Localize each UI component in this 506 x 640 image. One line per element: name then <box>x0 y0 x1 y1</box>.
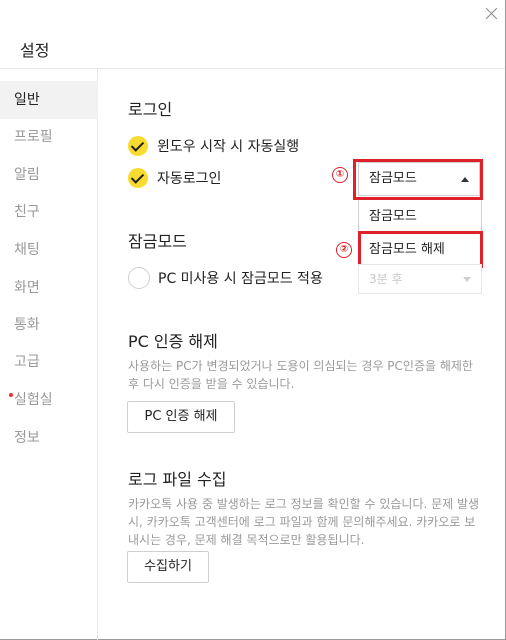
new-badge-dot <box>9 393 13 397</box>
lock-delay-select: 3분 후 <box>358 264 482 294</box>
pc-auth-section-title: PC 인증 해제 <box>128 332 218 351</box>
annotation-badge-2: ② <box>336 242 352 258</box>
pc-auth-reset-button[interactable]: PC 인증 해제 <box>127 401 235 433</box>
settings-window: 설정 일반 프로필 알림 친구 채팅 화면 통화 고급 실험실 정보 로그인 윈… <box>0 0 506 640</box>
annotation-highlight-option <box>358 231 483 268</box>
sidebar-item-labs-label: 실험실 <box>14 392 53 408</box>
auto-login-label: 자동로그인 <box>157 171 222 187</box>
sidebar-item-notifications[interactable]: 알림 <box>0 156 98 194</box>
sidebar-item-friends[interactable]: 친구 <box>0 193 98 231</box>
lock-delay-value: 3분 후 <box>369 272 403 286</box>
sidebar: 일반 프로필 알림 친구 채팅 화면 통화 고급 실험실 정보 <box>0 69 98 640</box>
lock-mode-section-title: 잠금모드 <box>128 232 187 251</box>
auto-run-option[interactable]: 윈도우 시작 시 자동실행 <box>128 135 299 157</box>
pc-auth-description: 사용하는 PC가 변경되었거나 도용이 의심되는 경우 PC인증을 해제한 후 … <box>128 359 473 391</box>
sidebar-item-screen[interactable]: 화면 <box>0 269 98 307</box>
lock-mode-option-label: PC 미사용 시 잠금모드 적용 <box>158 271 323 287</box>
checked-icon[interactable] <box>128 168 148 188</box>
annotation-highlight-select <box>353 159 483 200</box>
close-icon[interactable] <box>484 6 500 22</box>
unchecked-circle-icon[interactable] <box>128 267 150 289</box>
checked-icon[interactable] <box>128 136 148 156</box>
log-collect-section-title: 로그 파일 수집 <box>128 470 227 489</box>
sidebar-item-info[interactable]: 정보 <box>0 419 98 457</box>
log-collect-description: 카카오톡 사용 중 발생하는 로그 정보를 확인할 수 있습니다. 문제 발생시… <box>128 497 480 547</box>
sidebar-item-advanced[interactable]: 고급 <box>0 343 98 381</box>
dropdown-option-lock-mode[interactable]: 잠금모드 <box>359 200 481 233</box>
collect-logs-button[interactable]: 수집하기 <box>127 551 209 583</box>
sidebar-item-general[interactable]: 일반 <box>0 81 98 119</box>
sidebar-item-chat[interactable]: 채팅 <box>0 231 98 269</box>
login-section-title: 로그인 <box>128 100 173 119</box>
sidebar-item-call[interactable]: 통화 <box>0 306 98 344</box>
window-title: 설정 <box>20 41 50 60</box>
annotation-badge-1: ① <box>332 167 348 183</box>
sidebar-item-labs[interactable]: 실험실 <box>0 381 98 419</box>
chevron-down-icon <box>463 277 471 282</box>
auto-run-label: 윈도우 시작 시 자동실행 <box>157 139 300 155</box>
auto-login-option[interactable]: 자동로그인 <box>128 167 221 189</box>
sidebar-item-profile[interactable]: 프로필 <box>0 118 98 156</box>
lock-mode-option[interactable]: PC 미사용 시 잠금모드 적용 <box>128 267 323 289</box>
